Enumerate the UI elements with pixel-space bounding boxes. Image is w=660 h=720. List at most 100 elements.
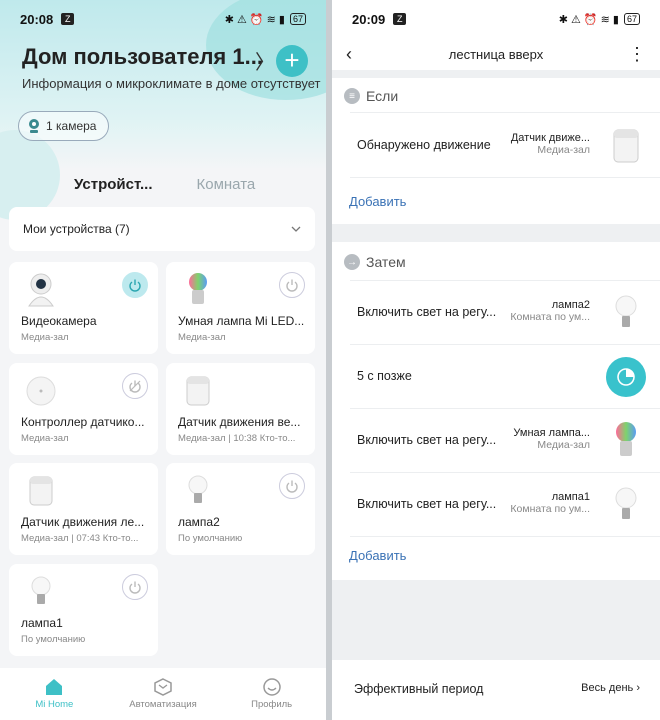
bulb-icon xyxy=(615,295,637,327)
condition-row[interactable]: Обнаружено движение Датчик движе... Меди… xyxy=(332,114,660,176)
status-icon-glyphs: ✱ ⚠ ⏰ ≋ ▮ xyxy=(558,13,619,26)
tab-room[interactable]: Комната xyxy=(197,176,256,193)
color-bulb-icon xyxy=(189,273,207,304)
effective-period-value: Весь день › xyxy=(581,682,640,694)
if-header: ≡ Если xyxy=(344,88,398,104)
condition-device-name: Датчик движе... xyxy=(510,132,590,144)
home-title[interactable]: Дом пользователя 1... xyxy=(22,44,267,70)
action-label: Включить свет на регу... xyxy=(357,497,497,511)
action-device-room: Комната по ум... xyxy=(510,503,590,515)
device-room: Медиа-зал xyxy=(21,332,69,343)
add-condition-link[interactable]: Добавить xyxy=(349,194,406,209)
timer-icon xyxy=(617,368,635,386)
camera-icon xyxy=(28,273,54,307)
nav-home-label: Mi Home xyxy=(35,699,74,710)
home-icon xyxy=(46,679,63,695)
divider xyxy=(350,408,660,409)
device-card[interactable]: Умная лампа Mi LED... Медиа-зал xyxy=(166,262,315,354)
action-device-room: Комната по ум... xyxy=(510,311,590,323)
my-devices-label: Мои устройства (7) xyxy=(23,222,130,236)
divider xyxy=(350,177,660,178)
action-device-name: лампа1 xyxy=(551,491,590,503)
device-card[interactable]: лампа2 По умолчанию xyxy=(166,463,315,555)
status-bar: 20:08 Z ✱ ⚠ ⏰ ≋ ▮ 67 xyxy=(0,0,326,38)
action-label: Включить свет на регу... xyxy=(357,305,497,319)
delay-row[interactable]: 5 с позже xyxy=(332,346,660,408)
effective-period-value-text: Весь день xyxy=(581,682,634,694)
power-icon xyxy=(286,279,298,292)
device-name: Датчик движения ве... xyxy=(178,415,301,429)
delay-label: 5 с позже xyxy=(357,369,412,383)
device-card[interactable]: Контроллер датчико... Медиа-зал xyxy=(9,363,158,455)
tab-devices[interactable]: Устройст... xyxy=(74,176,153,193)
device-card[interactable]: Датчик движения ле... Медиа-зал | 07:43 … xyxy=(9,463,158,555)
climate-info: Информация о микроклимате в доме отсутст… xyxy=(22,76,321,91)
list-icon: ≡ xyxy=(344,88,360,104)
nav-profile[interactable]: Профиль xyxy=(227,678,317,710)
action-row[interactable]: Включить свет на регу... Умная лампа... … xyxy=(332,410,660,472)
chevron-right-icon[interactable]: 〉 xyxy=(255,46,275,75)
condition-device: Датчик движе... Медиа-зал xyxy=(480,132,590,156)
bulb-icon xyxy=(31,576,51,604)
color-bulb-icon xyxy=(616,422,636,456)
divider xyxy=(350,112,660,113)
my-devices-dropdown[interactable]: Мои устройства (7) xyxy=(9,207,315,251)
device-name: Контроллер датчико... xyxy=(21,415,145,429)
device-room: По умолчанию xyxy=(21,634,86,645)
condition-device-room: Медиа-зал xyxy=(537,144,590,156)
power-button[interactable] xyxy=(279,272,305,298)
device-card[interactable]: Датчик движения ве... Медиа-зал | 10:38 … xyxy=(166,363,315,455)
device-room: Медиа-зал | 10:38 Кто-то... xyxy=(178,433,296,444)
divider xyxy=(350,536,660,537)
chevron-down-icon xyxy=(291,226,301,232)
then-section: → Затем Включить свет на регу... лампа2 … xyxy=(332,242,660,580)
action-row[interactable]: Включить свет на регу... лампа2 Комната … xyxy=(332,282,660,344)
condition-label: Обнаружено движение xyxy=(357,138,491,152)
add-device-button[interactable]: + xyxy=(276,45,308,77)
power-icon xyxy=(129,279,141,292)
arrow-right-icon: → xyxy=(344,254,360,270)
motion-sensor-icon xyxy=(186,376,210,406)
bottom-nav: Mi Home Автоматизация Профиль xyxy=(0,668,326,720)
then-header-label: Затем xyxy=(366,254,406,270)
then-header: → Затем xyxy=(344,254,406,270)
bulb-icon xyxy=(188,475,208,503)
nav-automation-label: Автоматизация xyxy=(129,699,197,710)
power-button[interactable] xyxy=(122,574,148,600)
device-name: Видеокамера xyxy=(21,314,97,328)
action-device: лампа1 Комната по ум... xyxy=(480,491,590,515)
battery-icon: 67 xyxy=(289,13,306,25)
device-name: Умная лампа Mi LED... xyxy=(178,314,305,328)
power-icon xyxy=(129,581,141,594)
power-button[interactable] xyxy=(122,272,148,298)
power-disabled-button[interactable] xyxy=(122,373,148,399)
nav-automation[interactable]: Автоматизация xyxy=(118,678,208,710)
divider xyxy=(350,280,660,281)
device-card[interactable]: Видеокамера Медиа-зал xyxy=(9,262,158,354)
device-room: Медиа-зал | 07:43 Кто-то... xyxy=(21,533,139,544)
effective-period-label: Эффективный период xyxy=(354,682,484,696)
add-action-link[interactable]: Добавить xyxy=(349,548,406,563)
action-row[interactable]: Включить свет на регу... лампа1 Комната … xyxy=(332,474,660,536)
device-name: лампа2 xyxy=(178,515,220,529)
motion-sensor-icon xyxy=(613,129,639,163)
camera-icon xyxy=(29,119,39,133)
hub-icon xyxy=(26,376,56,406)
nav-home[interactable]: Mi Home xyxy=(9,678,99,710)
divider xyxy=(350,344,660,345)
device-room: Медиа-зал xyxy=(178,332,226,343)
device-room: Медиа-зал xyxy=(21,433,69,444)
action-device-room: Медиа-зал xyxy=(537,439,590,451)
effective-period-row[interactable]: Эффективный период Весь день › xyxy=(332,660,660,720)
timer-button[interactable] xyxy=(606,357,646,397)
power-button[interactable] xyxy=(279,473,305,499)
device-card[interactable]: лампа1 По умолчанию xyxy=(9,564,158,656)
status-icon-glyphs: ✱ ⚠ ⏰ ≋ ▮ xyxy=(224,13,285,26)
camera-chip[interactable]: 1 камера xyxy=(18,111,110,141)
status-icons: ✱ ⚠ ⏰ ≋ ▮ 67 xyxy=(559,13,640,26)
status-bar: 20:09 Z ✱ ⚠ ⏰ ≋ ▮ 67 xyxy=(332,0,660,38)
home-screen: 20:08 Z ✱ ⚠ ⏰ ≋ ▮ 67 Дом пользователя 1.… xyxy=(0,0,326,720)
device-name: лампа1 xyxy=(21,616,63,630)
scene-edit-screen: 20:09 Z ✱ ⚠ ⏰ ≋ ▮ 67 ‹ лестница вверх ⋮ … xyxy=(332,0,660,720)
battery-icon: 67 xyxy=(623,13,640,25)
